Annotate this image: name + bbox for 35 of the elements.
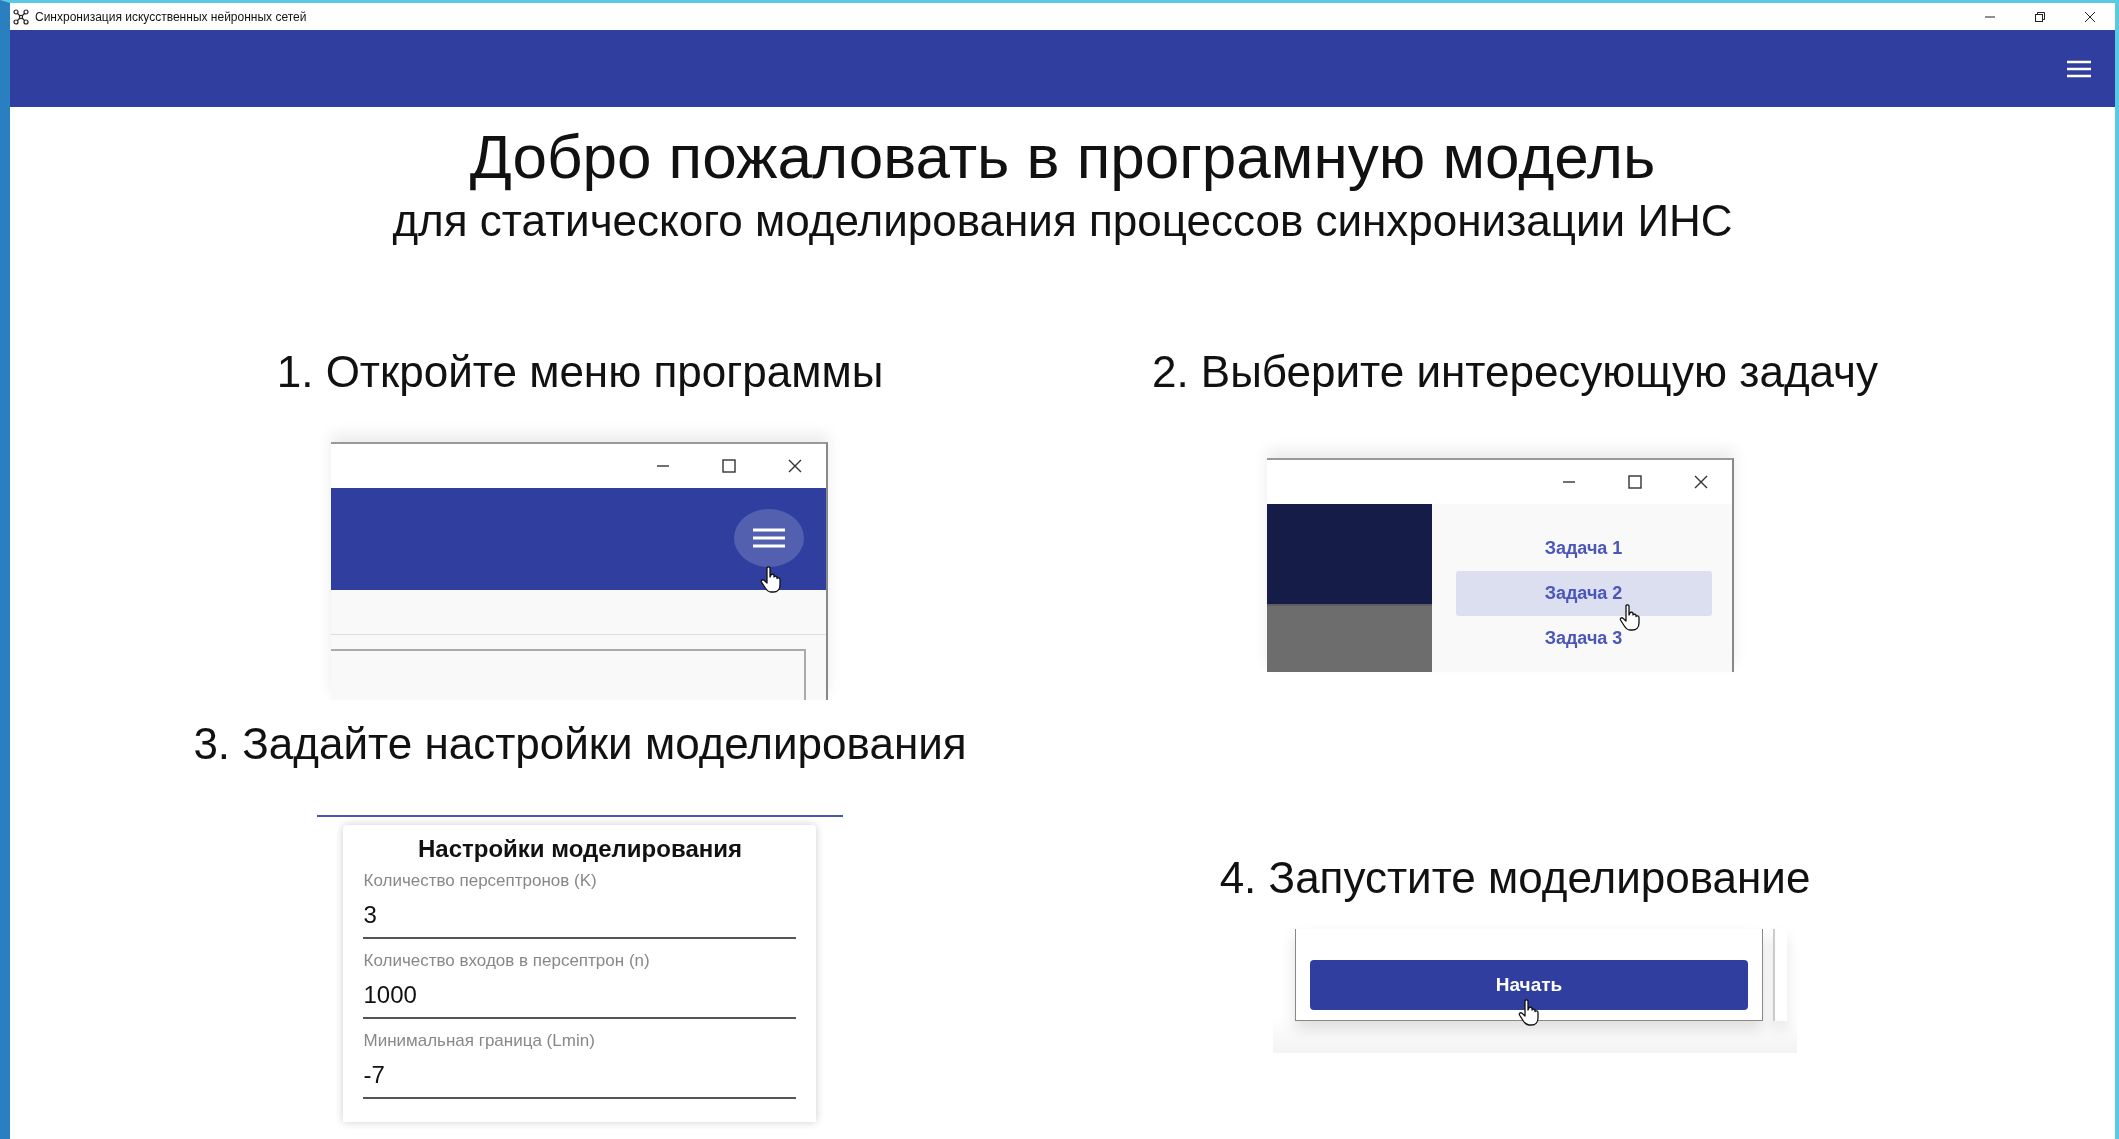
welcome-subtitle: для статического моделирования процессов синхронизации ИНС <box>392 197 1733 246</box>
input-field[interactable]: Минимальная граница (Lmin) -7 <box>363 1031 797 1100</box>
field-value: 3 <box>363 901 378 930</box>
close-icon <box>2084 10 2096 23</box>
minimize-icon <box>656 465 671 468</box>
maximize-icon <box>722 459 737 474</box>
card-title: Настройки моделирования <box>416 835 743 864</box>
field-label: Минимальная граница (Lmin) <box>363 1031 596 1052</box>
step-heading: 3. Задайте настройки моделирования <box>193 718 967 771</box>
step-heading: 2. Выберите интересующую задачу <box>1151 345 1879 398</box>
step-heading: 1. Откройте меню программы <box>276 345 884 398</box>
welcome-title: Добро пожаловать в програмную модель <box>469 123 1656 192</box>
field-label: Количество входов в персептрон (n) <box>363 951 651 972</box>
maximize-icon <box>1627 475 1642 490</box>
field-value: -7 <box>363 1061 386 1090</box>
menu-icon <box>752 527 787 550</box>
window-title: Синхронизация искусственных нейронных сетей <box>35 9 307 24</box>
step-heading: 4. Запустите моделирование <box>1219 852 1811 905</box>
close-icon <box>1693 475 1708 490</box>
minimize-icon <box>1984 15 1996 18</box>
menu-icon <box>2066 58 2092 79</box>
field-value: 1000 <box>363 981 418 1010</box>
minimize-icon <box>1561 481 1576 484</box>
close-icon <box>788 459 803 474</box>
hand-cursor-icon <box>760 566 783 595</box>
input-field[interactable]: Количество персептронов (K) 3 <box>363 871 797 940</box>
field-label: Количество персептронов (K) <box>363 871 598 892</box>
start-button[interactable]: Начать <box>1310 960 1748 1011</box>
hand-cursor-icon <box>1618 604 1641 633</box>
menu-item[interactable]: Задача 2 <box>1455 571 1712 617</box>
menu-item[interactable]: Задача 1 <box>1455 526 1712 572</box>
network-icon <box>13 8 29 25</box>
menu-item[interactable]: Задача 3 <box>1455 616 1712 662</box>
restore-icon <box>2034 10 2046 23</box>
input-field[interactable]: Количество входов в персептрон (n) 1000 <box>363 951 797 1020</box>
